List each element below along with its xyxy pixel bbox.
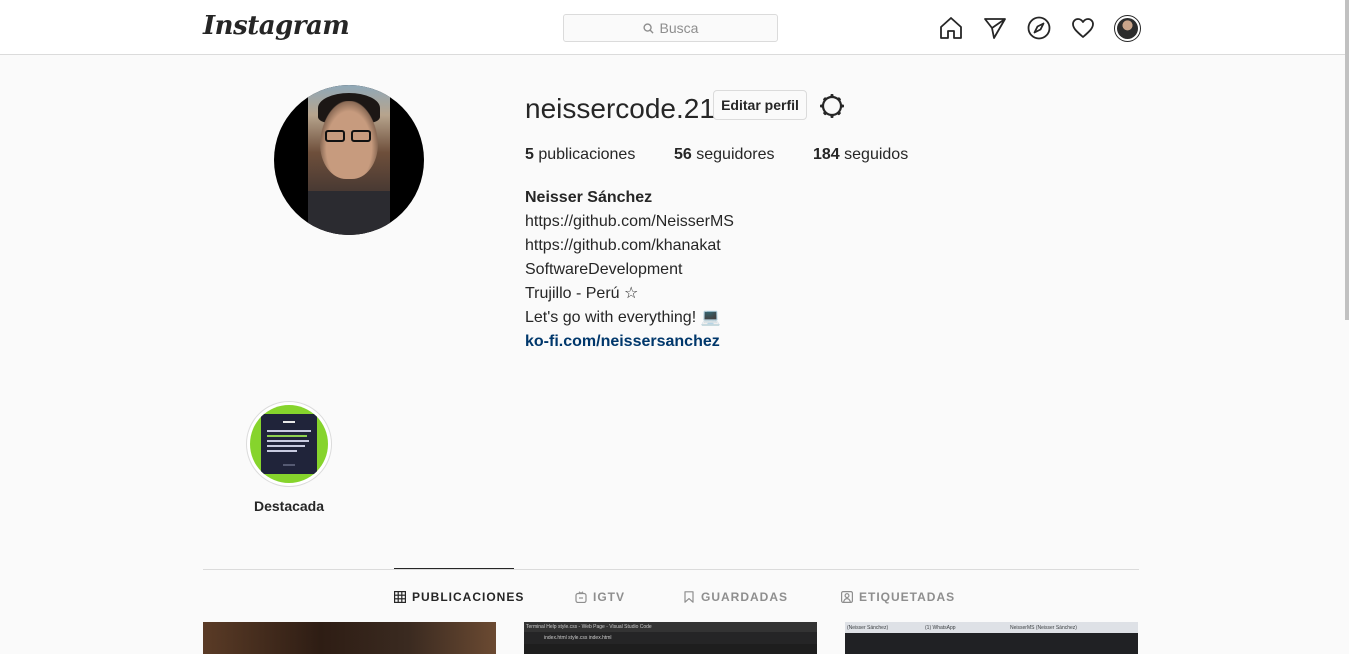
post3-tab-text: (1) WhatsApp <box>925 625 956 631</box>
profile-website-link[interactable]: ko-fi.com/neissersanchez <box>525 330 734 354</box>
highlight-label: Destacada <box>253 498 325 514</box>
grid-icon <box>394 591 406 603</box>
post3-browser-tabs <box>845 622 1138 633</box>
posts-label: publicaciones <box>538 146 636 163</box>
following-label: seguidos <box>844 146 909 163</box>
cover-line <box>283 464 295 466</box>
settings-gear-icon[interactable] <box>818 92 846 120</box>
bookmark-icon <box>684 591 694 603</box>
post3-tab-text: NeisserMS (Neisser Sánchez) <box>1010 625 1077 631</box>
profile-bio: Neisser Sánchez https://github.com/Neiss… <box>525 186 734 354</box>
following-count: 184 <box>813 146 840 163</box>
highlight-cover-card <box>261 414 317 474</box>
posts-count: 5 <box>525 146 534 163</box>
post-thumbnail[interactable]: (Neisser Sánchez) (1) WhatsApp NeisserMS… <box>845 622 1138 654</box>
post-thumbnail[interactable]: Terminal Help style.css - Web Page - Vis… <box>524 622 817 654</box>
cover-line <box>267 445 305 447</box>
followers-label: seguidores <box>696 146 775 163</box>
profile-full-name: Neisser Sánchez <box>525 189 653 206</box>
cover-line <box>283 421 295 423</box>
post2-tabs-text: index.html style.css index.html <box>544 635 612 641</box>
tab-etiquetadas[interactable]: ETIQUETADAS <box>841 589 955 605</box>
search-placeholder: Busca <box>659 20 699 36</box>
tab-publicaciones[interactable]: PUBLICACIONES <box>394 589 524 605</box>
bio-line: Let's go with everything! 💻 <box>525 309 721 326</box>
igtv-icon <box>575 591 587 603</box>
profile-photo-glasses <box>325 130 373 142</box>
bio-line: SoftwareDevelopment <box>525 261 683 278</box>
profile-avatar-button[interactable] <box>1114 15 1141 42</box>
profile-photo-shirt <box>308 191 390 235</box>
followers-stat[interactable]: 56 seguidores <box>674 146 775 164</box>
cover-line <box>267 430 311 432</box>
tab-label: GUARDADAS <box>701 590 788 604</box>
tagged-icon <box>841 591 853 603</box>
avatar <box>1117 18 1138 39</box>
active-tab-indicator <box>394 568 514 569</box>
posts-count-stat: 5 publicaciones <box>525 146 635 164</box>
tabs-divider <box>203 569 1139 570</box>
search-icon <box>642 22 654 34</box>
profile-picture[interactable] <box>274 85 424 235</box>
tab-guardadas[interactable]: GUARDADAS <box>683 589 788 605</box>
highlight-cover-image <box>250 405 328 483</box>
activity-heart-icon[interactable] <box>1070 15 1096 41</box>
bio-line: https://github.com/khanakat <box>525 237 721 254</box>
cover-line <box>267 450 297 452</box>
tab-igtv[interactable]: IGTV <box>575 589 625 605</box>
explore-compass-icon[interactable] <box>1026 15 1052 41</box>
top-navigation-bar: Instagram Busca <box>0 0 1349 55</box>
instagram-logo[interactable]: Instagram <box>203 11 350 41</box>
bio-line: https://github.com/NeisserMS <box>525 213 734 230</box>
profile-username: neissercode.21 <box>525 93 715 124</box>
tab-label: ETIQUETADAS <box>859 590 956 604</box>
search-input[interactable]: Busca <box>563 14 778 42</box>
story-highlight[interactable] <box>246 401 332 487</box>
glasses-lens-left <box>325 130 345 142</box>
bio-line: Trujillo - Perú ☆ <box>525 285 639 302</box>
home-icon[interactable] <box>938 15 964 41</box>
followers-count: 56 <box>674 146 692 163</box>
post-thumbnail[interactable] <box>203 622 496 654</box>
post2-title-text: Terminal Help style.css - Web Page - Vis… <box>526 624 652 630</box>
tab-label: IGTV <box>593 590 626 604</box>
tab-label: PUBLICACIONES <box>412 590 525 604</box>
following-stat[interactable]: 184 seguidos <box>813 146 908 164</box>
edit-profile-button[interactable]: Editar perfil <box>713 90 807 120</box>
cover-line <box>267 435 307 437</box>
direct-message-icon[interactable] <box>982 15 1008 41</box>
glasses-lens-right <box>351 130 371 142</box>
scrollbar[interactable] <box>1345 0 1349 320</box>
cover-line <box>267 440 309 442</box>
post3-tab-text: (Neisser Sánchez) <box>847 625 889 631</box>
